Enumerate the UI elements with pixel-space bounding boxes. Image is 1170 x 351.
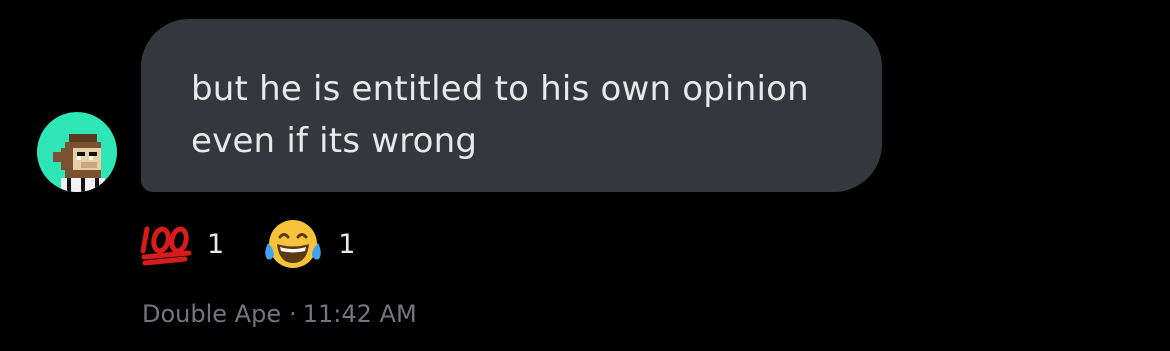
- reaction-count: 1: [207, 228, 225, 260]
- reaction-hundred[interactable]: 1: [141, 221, 224, 267]
- sender-avatar[interactable]: [37, 112, 117, 192]
- meta-separator: ·: [289, 300, 297, 328]
- message-meta: Double Ape · 11:42 AM: [142, 296, 417, 332]
- message-time: 11:42 AM: [302, 300, 417, 328]
- message-row: but he is entitled to his own opinion ev…: [0, 0, 1170, 351]
- reaction-count: 1: [338, 228, 356, 260]
- message-text: but he is entitled to his own opinion ev…: [191, 69, 809, 161]
- pixel-ape-icon: [53, 134, 105, 192]
- face-with-tears-of-joy-icon: [262, 217, 324, 271]
- hundred-points-icon: [141, 221, 193, 267]
- reactions-bar: 1 1: [141, 214, 355, 274]
- message-bubble[interactable]: but he is entitled to his own opinion ev…: [141, 19, 882, 192]
- sender-name[interactable]: Double Ape: [142, 300, 281, 328]
- reaction-laugh[interactable]: 1: [262, 217, 355, 271]
